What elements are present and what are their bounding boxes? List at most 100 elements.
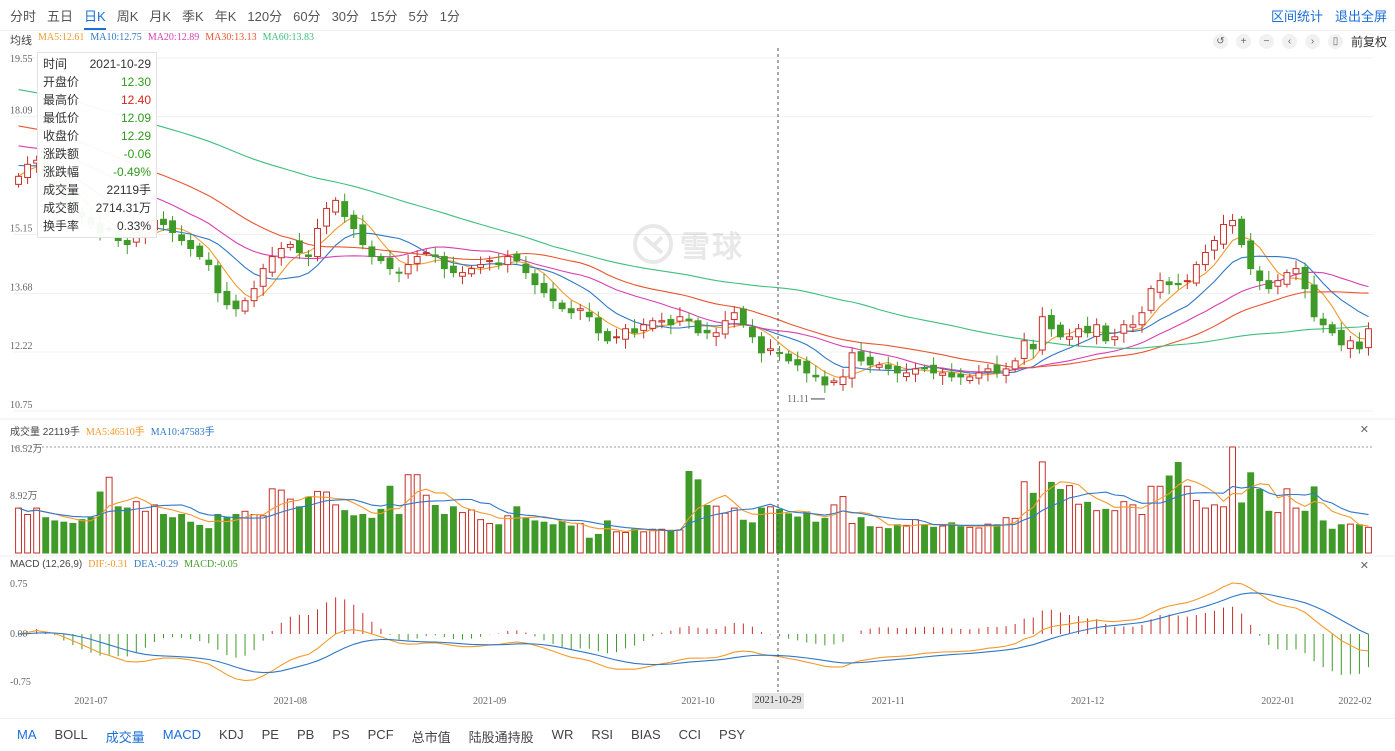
volume-bar: [431, 505, 439, 554]
candle: [295, 232, 303, 259]
volume-bar: [187, 521, 195, 554]
candle-body: [1029, 343, 1037, 350]
candle-body: [1247, 240, 1255, 270]
candle-body: [758, 336, 765, 354]
candle-body: [368, 246, 376, 258]
indicator-tab[interactable]: PE: [262, 727, 279, 746]
volume-bar: [250, 514, 258, 554]
candle-body: [305, 254, 312, 258]
stock-chart[interactable]: 19.55 18.09 15.15 13.68 12.22 10.75 16.52万 8.92…: [0, 0, 1395, 718]
candle-body: [332, 199, 340, 213]
volume-bar: [196, 524, 204, 554]
indicator-tab[interactable]: 陆股通持股: [469, 727, 534, 746]
candle: [912, 362, 919, 383]
candle: [1156, 272, 1164, 299]
candle-body: [640, 324, 648, 331]
volume-bar: [1075, 503, 1082, 554]
volume-bar: [1328, 528, 1336, 554]
volume-bar: [739, 519, 747, 554]
volume-bar: [178, 514, 186, 554]
indicator-tab[interactable]: CCI: [679, 727, 701, 746]
candle-body: [1265, 280, 1273, 290]
close-macd-icon[interactable]: ✕: [1360, 559, 1369, 572]
candle: [1283, 269, 1291, 288]
candle-body: [776, 351, 784, 354]
candle: [277, 242, 285, 266]
volume-bar: [1174, 462, 1182, 554]
tooltip-row: 时间 2021-10-29: [38, 55, 156, 73]
candle-body: [350, 214, 358, 229]
candle: [314, 218, 321, 262]
indicator-tab[interactable]: KDJ: [219, 727, 244, 746]
candle-body: [259, 268, 267, 287]
candle: [585, 302, 593, 322]
volume-bar: [504, 515, 512, 554]
close-volume-icon[interactable]: ✕: [1360, 423, 1369, 436]
volume-bar: [622, 531, 629, 554]
annotations: 11.11: [787, 394, 825, 405]
indicator-tab[interactable]: MACD: [163, 727, 201, 746]
dif-value: DIF:-0.31: [88, 559, 128, 570]
indicator-tab[interactable]: PB: [297, 727, 314, 746]
volume-bar: [594, 533, 602, 554]
volume-bar: [984, 523, 992, 554]
candle: [667, 314, 675, 335]
candle-body: [812, 374, 820, 378]
volume-ma5-value: MA5:46510手: [85, 427, 145, 438]
volume-bar: [830, 504, 838, 554]
candle-body: [1365, 328, 1372, 349]
tooltip-label: 开盘价: [43, 75, 80, 89]
indicator-tab[interactable]: PS: [332, 727, 349, 746]
candle-body: [703, 329, 711, 334]
x-tick-label: 2021-08: [274, 696, 307, 707]
indicator-tab[interactable]: 总市值: [412, 727, 451, 746]
candle: [359, 215, 367, 250]
candle: [1084, 316, 1092, 338]
indicator-bar: MA BOLL 成交量 MACD KDJ PE PB PS PCF 总市值 陆股通持股 WR RSI BI…: [0, 718, 1395, 751]
indicator-tab[interactable]: RSI: [591, 727, 613, 746]
candle: [169, 216, 176, 243]
indicator-tab[interactable]: MA: [17, 727, 37, 746]
indicator-tab[interactable]: WR: [552, 727, 574, 746]
indicator-tab[interactable]: BIAS: [631, 727, 661, 746]
volume-bar: [286, 498, 294, 554]
candle: [712, 327, 720, 347]
volume-bar: [1247, 472, 1255, 554]
volume-bar: [51, 520, 59, 554]
candle: [1174, 273, 1182, 290]
indicator-tab[interactable]: PCF: [368, 727, 394, 746]
indicator-tab[interactable]: 成交量: [106, 727, 145, 746]
candle-body: [1002, 368, 1010, 376]
candle-body: [205, 259, 213, 266]
candle-body: [993, 364, 1001, 374]
volume-bar: [821, 517, 829, 554]
volume-bar: [1038, 461, 1046, 554]
macd-legend: MACD (12,26,9) DIF:-0.31 DEA:-0.29 MACD:…: [10, 559, 238, 570]
indicator-tab[interactable]: PSY: [719, 727, 745, 746]
candle-body: [767, 348, 774, 351]
tooltip-row: 涨跌额 -0.06: [38, 145, 156, 163]
candle-body: [277, 248, 285, 259]
candle-body: [232, 300, 240, 310]
candle: [1183, 274, 1191, 290]
volume-bar: [1029, 492, 1037, 554]
volume-bar: [1129, 504, 1137, 554]
volume-legend: 成交量 22119手 MA5:46510手 MA10:47583手: [10, 423, 215, 438]
tooltip-label: 最低价: [43, 111, 80, 125]
indicator-tab[interactable]: BOLL: [55, 727, 88, 746]
volume-tick-label: 8.92万: [10, 491, 38, 502]
candle-body: [513, 253, 521, 262]
candle-body: [613, 336, 620, 339]
candle-body: [694, 320, 702, 334]
candle-body: [1129, 324, 1137, 328]
candle-body: [594, 317, 602, 334]
candle-body: [622, 328, 629, 340]
candle-body: [957, 373, 965, 378]
candle-body: [1138, 312, 1146, 326]
candle: [767, 339, 774, 356]
candle: [332, 197, 340, 216]
volume-bar: [803, 511, 811, 554]
candle-body: [314, 227, 321, 258]
candle-body: [884, 364, 892, 370]
volume-bar: [223, 517, 231, 554]
